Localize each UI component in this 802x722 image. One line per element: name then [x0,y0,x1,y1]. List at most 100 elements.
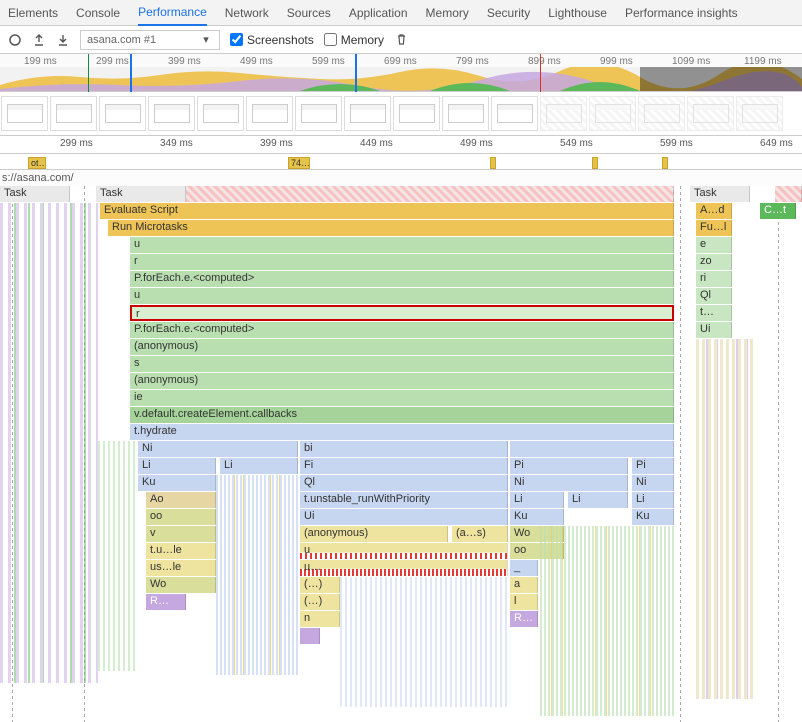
time-ruler[interactable]: 299 ms 349 ms 399 ms 449 ms 499 ms 549 m… [0,136,802,154]
thumb[interactable] [687,96,734,131]
flame-a-s[interactable]: (a…s) [452,526,508,542]
thumb[interactable] [540,96,587,131]
flame-vdefault[interactable]: v.default.createElement.callbacks [130,407,674,423]
flame-pforeach-2[interactable]: P.forEach.e.<computed> [130,322,674,338]
thumb[interactable] [589,96,636,131]
tab-performance-insights[interactable]: Performance insights [625,6,738,20]
thumb[interactable] [50,96,97,131]
flame-trun[interactable]: t.unstable_runWithPriority [300,492,508,508]
tab-memory[interactable]: Memory [426,6,469,20]
marker-74[interactable]: 74… [288,157,310,169]
marker-track[interactable]: ot… 74… [0,154,802,170]
flame-v[interactable]: v [146,526,216,542]
flame-ku-3[interactable]: Ku [632,509,674,525]
thumb[interactable] [393,96,440,131]
screenshots-checkbox-input[interactable] [230,33,243,46]
flame-evaluate-script[interactable]: Evaluate Script [100,203,674,219]
flame-ni-4[interactable]: Ni [632,475,674,491]
flame-bi[interactable]: bi [300,441,508,457]
flame-pforeach-1[interactable]: P.forEach.e.<computed> [130,271,674,287]
flame-ui-r[interactable]: Ui [696,322,732,338]
flame-li-4[interactable]: Li [568,492,628,508]
memory-checkbox-input[interactable] [324,33,337,46]
flame-li-2[interactable]: Li [220,458,298,474]
flame-ql[interactable]: Ql [300,475,508,491]
flame-tu-le[interactable]: t.u…le [146,543,216,559]
download-icon[interactable] [56,33,70,47]
flame-fi[interactable]: Fi [300,458,508,474]
flame-l[interactable]: l [510,594,538,610]
tab-console[interactable]: Console [76,6,120,20]
flame-anonymous-1[interactable]: (anonymous) [130,339,674,355]
thumb[interactable] [148,96,195,131]
flame-task-3[interactable] [775,186,802,202]
flame-li-3[interactable]: Li [510,492,564,508]
flame-a[interactable]: a [510,577,538,593]
flame-ni-1[interactable]: Ni [138,441,298,457]
flame-ku-1[interactable]: Ku [138,475,216,491]
flame-anonymous-2[interactable]: (anonymous) [130,373,674,389]
tab-elements[interactable]: Elements [8,6,58,20]
screenshots-checkbox[interactable]: Screenshots [230,33,314,47]
flame-li-5[interactable]: Li [632,492,674,508]
flame-underscore[interactable]: _ [510,560,538,576]
tab-security[interactable]: Security [487,6,530,20]
flame-li-1[interactable]: Li [138,458,216,474]
thumb[interactable] [1,96,48,131]
flame-purp-small[interactable] [300,628,320,644]
flame-c-t[interactable]: C…t [760,203,796,219]
flame-s[interactable]: s [130,356,674,372]
tab-network[interactable]: Network [225,6,269,20]
flame-pi-1[interactable]: Pi [510,458,628,474]
flame-r-highlighted[interactable]: r [130,305,674,321]
flame-anonymous-3[interactable]: (anonymous) [300,526,448,542]
flame-paren-1[interactable]: (…) [300,577,340,593]
thumb[interactable] [246,96,293,131]
tab-performance[interactable]: Performance [138,5,207,26]
thumb[interactable] [736,96,783,131]
flame-a-d[interactable]: A…d [696,203,732,219]
flame-thydrate[interactable]: t.hydrate [130,424,674,440]
flame-r-1[interactable]: r [130,254,674,270]
flame-run-microtasks[interactable]: Run Microtasks [108,220,674,236]
memory-checkbox[interactable]: Memory [324,33,384,47]
marker-small-3[interactable] [662,157,668,169]
flame-pi-2[interactable]: Pi [632,458,674,474]
flame-chart[interactable]: Task Task Task Evaluate Script A…d C…t R… [0,186,802,722]
flame-ql-r[interactable]: Ql [696,288,732,304]
thumb[interactable] [442,96,489,131]
flame-u-2[interactable]: u [130,288,674,304]
thumb[interactable] [99,96,146,131]
upload-icon[interactable] [32,33,46,47]
thumb[interactable] [295,96,342,131]
flame-u-1[interactable]: u [130,237,674,253]
trash-icon[interactable] [394,33,408,47]
marker-small-1[interactable] [490,157,496,169]
flame-oo-1[interactable]: oo [146,509,216,525]
flame-ni-2[interactable] [510,441,674,457]
flame-ie[interactable]: ie [130,390,674,406]
thumb[interactable] [491,96,538,131]
tab-application[interactable]: Application [349,6,408,20]
tab-lighthouse[interactable]: Lighthouse [548,6,607,20]
flame-ku-2[interactable]: Ku [510,509,564,525]
flame-ui[interactable]: Ui [300,509,508,525]
flame-us-le[interactable]: us…le [146,560,216,576]
flame-task-long[interactable] [186,186,674,202]
flame-r-dots-2[interactable]: R… [510,611,538,627]
flame-n[interactable]: n [300,611,340,627]
flame-r-dots-1[interactable]: R… [146,594,186,610]
flame-task-0[interactable]: Task [0,186,70,202]
flame-zo[interactable]: zo [696,254,732,270]
flame-e[interactable]: e [696,237,732,253]
marker-ot[interactable]: ot… [28,157,46,169]
profile-select[interactable]: asana.com #1 ▾ [80,30,220,50]
flame-u-dots[interactable]: u… [300,560,508,576]
flame-ni-3[interactable]: Ni [510,475,628,491]
overview-timeline[interactable]: 199 ms 299 ms 399 ms 499 ms 599 ms 699 m… [0,54,802,92]
flame-wo-2[interactable]: Wo [146,577,216,593]
marker-small-2[interactable] [592,157,598,169]
flame-ao[interactable]: Ao [146,492,216,508]
flame-paren-2[interactable]: (…) [300,594,340,610]
flame-t-dots[interactable]: t… [696,305,732,321]
